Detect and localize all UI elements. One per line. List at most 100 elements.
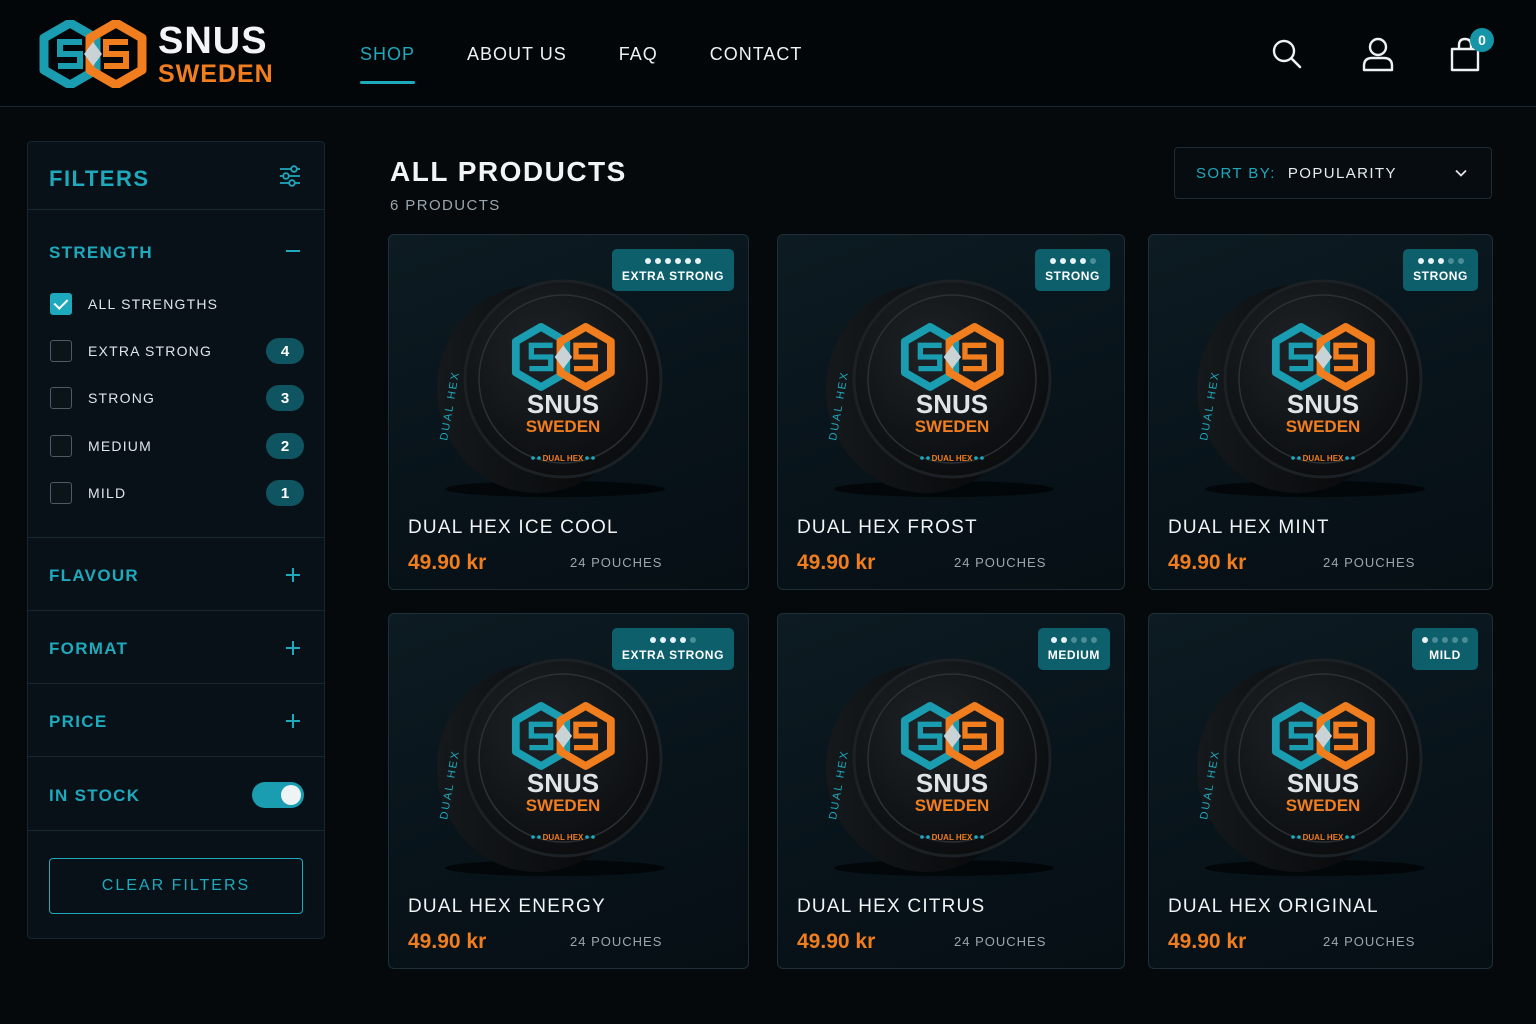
site-header: SNUS SWEDEN SHOP ABOUT US FAQ CONTACT 0 [0, 0, 1536, 107]
nav-faq[interactable]: FAQ [619, 44, 658, 75]
strength-dot [1462, 636, 1468, 643]
minus-icon[interactable] [284, 242, 302, 260]
tin-brand-text: SNUS [916, 768, 988, 798]
strength-dot [679, 636, 686, 643]
strength-dot [694, 257, 701, 264]
checkbox[interactable] [50, 482, 72, 504]
strength-dot [1090, 636, 1097, 643]
sliders-icon[interactable] [278, 164, 302, 188]
strength-dot [669, 636, 676, 643]
product-card[interactable]: SNUS SWEDEN DUAL HEX DUAL HEX MEDIUM DUAL… [777, 613, 1125, 969]
product-image[interactable]: SNUS SWEDEN DUAL HEX DUAL HEX [1189, 261, 1429, 497]
in-stock-toggle[interactable] [252, 782, 304, 808]
product-card[interactable]: SNUS SWEDEN DUAL HEX DUAL HEX STRONG DUAL… [777, 234, 1125, 590]
product-pouch-count: 24 POUCHES [954, 555, 1047, 570]
strength-dot [1080, 636, 1087, 643]
option-count-badge: 2 [266, 433, 304, 459]
strength-option-medium[interactable]: MEDIUM 2 [50, 433, 304, 459]
price-section[interactable]: PRICE [28, 684, 324, 757]
tin-brand-text: SNUS [1287, 389, 1359, 419]
plus-icon[interactable] [284, 566, 302, 584]
sort-dropdown[interactable]: SORT BY: POPULARITY [1174, 147, 1492, 199]
product-pouch-count: 24 POUCHES [1323, 934, 1416, 949]
flavour-title: FLAVOUR [49, 566, 139, 585]
nav-contact[interactable]: CONTACT [710, 44, 803, 75]
product-name[interactable]: DUAL HEX ORIGINAL [1168, 896, 1379, 918]
product-tin-image: SNUS SWEDEN DUAL HEX DUAL HEX [437, 279, 665, 497]
tin-variant-text: DUAL HEX [543, 454, 584, 463]
cart-count-badge: 0 [1470, 28, 1494, 52]
product-name[interactable]: DUAL HEX ICE COOL [408, 517, 619, 539]
product-name[interactable]: DUAL HEX CITRUS [797, 896, 985, 918]
product-count: 6 PRODUCTS [390, 197, 501, 214]
search-icon[interactable] [1270, 36, 1304, 72]
tin-brand-text: SWEDEN [1286, 796, 1361, 815]
strength-badge-label: MEDIUM [1047, 647, 1100, 662]
checkbox[interactable] [50, 435, 72, 457]
product-tin-image: SNUS SWEDEN DUAL HEX DUAL HEX [437, 658, 665, 876]
plus-icon[interactable] [284, 639, 302, 657]
strength-dot [1447, 257, 1454, 264]
check-icon[interactable] [50, 293, 72, 315]
tin-variant-text: DUAL HEX [932, 454, 973, 463]
strength-badge: MEDIUM [1037, 628, 1110, 670]
strength-dot [1442, 636, 1448, 643]
product-card[interactable]: SNUS SWEDEN DUAL HEX DUAL HEX EXTRA STRO… [388, 234, 749, 590]
strength-dot [1422, 636, 1428, 643]
strength-option-all[interactable]: ALL STRENGTHS [50, 292, 304, 316]
product-card[interactable]: SNUS SWEDEN DUAL HEX DUAL HEX MILD DUAL H… [1148, 613, 1493, 969]
strength-dots [1050, 636, 1097, 643]
option-label: STRONG [88, 390, 156, 406]
nav-about-us[interactable]: ABOUT US [467, 44, 567, 75]
product-card[interactable]: SNUS SWEDEN DUAL HEX DUAL HEX EXTRA STRO… [388, 613, 749, 969]
tin-brand-text: SWEDEN [526, 796, 601, 815]
strength-dot [674, 257, 681, 264]
product-name[interactable]: DUAL HEX MINT [1168, 517, 1330, 539]
tin-brand-text: SWEDEN [915, 796, 990, 815]
brand-logo[interactable]: SNUS SWEDEN [38, 20, 274, 88]
product-card[interactable]: SNUS SWEDEN DUAL HEX DUAL HEX STRONG DUAL… [1148, 234, 1493, 590]
sort-value: POPULARITY [1287, 164, 1397, 182]
strength-dot [1437, 257, 1444, 264]
product-image[interactable]: SNUS SWEDEN DUAL HEX DUAL HEX [818, 261, 1058, 497]
flavour-section[interactable]: FLAVOUR [28, 538, 324, 611]
product-name[interactable]: DUAL HEX FROST [797, 517, 978, 539]
strength-dot [649, 636, 656, 643]
option-count-badge: 1 [266, 480, 304, 506]
user-icon[interactable] [1361, 36, 1395, 72]
product-image[interactable]: SNUS SWEDEN DUAL HEX DUAL HEX [429, 261, 669, 497]
strength-dot [1059, 257, 1066, 264]
product-pouch-count: 24 POUCHES [954, 934, 1047, 949]
product-image[interactable]: SNUS SWEDEN DUAL HEX DUAL HEX [429, 640, 669, 876]
product-price: 49.90 kr [797, 930, 876, 953]
strength-option-strong[interactable]: STRONG 3 [50, 385, 304, 411]
clear-filters-button[interactable]: CLEAR FILTERS [49, 858, 303, 914]
strength-badge-label: STRONG [1413, 268, 1468, 283]
product-image[interactable]: SNUS SWEDEN DUAL HEX DUAL HEX [818, 640, 1058, 876]
strength-dot [664, 257, 671, 264]
strength-dot [644, 257, 651, 264]
strength-dots [1422, 636, 1468, 643]
strength-option-extra-strong[interactable]: EXTRA STRONG 4 [50, 338, 304, 364]
checkbox[interactable] [50, 387, 72, 409]
tin-brand-text: SNUS [916, 389, 988, 419]
strength-dot [1427, 257, 1434, 264]
nav-shop[interactable]: SHOP [360, 44, 416, 84]
plus-icon[interactable] [284, 712, 302, 730]
option-label: EXTRA STRONG [88, 343, 213, 359]
strength-option-mild[interactable]: MILD 1 [50, 480, 304, 506]
product-pouch-count: 24 POUCHES [1323, 555, 1416, 570]
checkbox[interactable] [50, 340, 72, 362]
filters-title: FILTERS [49, 166, 150, 191]
product-pouch-count: 24 POUCHES [570, 934, 663, 949]
product-image[interactable]: SNUS SWEDEN DUAL HEX DUAL HEX [1189, 640, 1429, 876]
toggle-knob [281, 785, 301, 805]
tin-variant-text: DUAL HEX [543, 833, 584, 842]
strength-dots [1417, 257, 1464, 264]
option-count-badge: 4 [266, 338, 304, 364]
product-name[interactable]: DUAL HEX ENERGY [408, 896, 606, 918]
strength-dot [654, 257, 661, 264]
format-section[interactable]: FORMAT [28, 611, 324, 684]
product-tin-image: SNUS SWEDEN DUAL HEX DUAL HEX [1197, 279, 1425, 497]
strength-dot [1060, 636, 1067, 643]
